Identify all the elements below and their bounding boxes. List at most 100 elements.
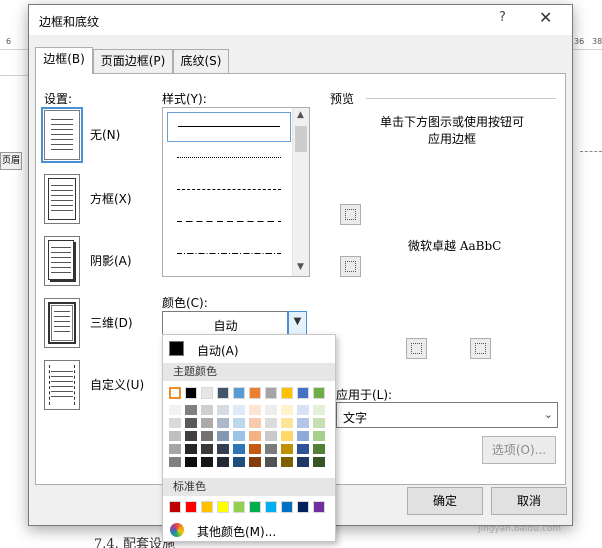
shade-swatch[interactable] [217,418,229,428]
shade-swatch[interactable] [265,418,277,428]
right-border-button[interactable] [470,338,491,359]
shade-swatch[interactable] [185,457,197,467]
chevron-down-icon[interactable]: ⌄ [544,408,553,421]
theme-color-swatch[interactable] [169,387,181,399]
shade-swatch[interactable] [297,418,309,428]
shade-swatch[interactable] [313,457,325,467]
shade-swatch[interactable] [201,431,213,441]
options-button[interactable]: 选项(O)... [482,436,556,464]
shade-swatch[interactable] [281,405,293,415]
shade-swatch[interactable] [265,405,277,415]
shade-swatch[interactable] [217,457,229,467]
shade-swatch[interactable] [249,405,261,415]
shade-swatch[interactable] [169,431,181,441]
setting-shadow[interactable]: 阴影(A) [44,236,164,288]
style-dotted[interactable] [167,144,291,174]
standard-color-swatch[interactable] [297,501,309,513]
shade-swatch[interactable] [297,444,309,454]
theme-color-swatch[interactable] [265,387,277,399]
setting-3d[interactable]: 三维(D) [44,298,164,350]
theme-color-swatch[interactable] [201,387,213,399]
standard-color-swatch[interactable] [249,501,261,513]
shade-swatch[interactable] [217,444,229,454]
theme-color-swatch[interactable] [249,387,261,399]
tab-borders[interactable]: 边框(B) [35,47,93,74]
shade-swatch[interactable] [217,431,229,441]
style-scrollbar[interactable]: ▲ ▼ [292,108,309,276]
shade-swatch[interactable] [169,444,181,454]
shade-swatch[interactable] [201,405,213,415]
shade-swatch[interactable] [185,418,197,428]
shade-swatch[interactable] [249,457,261,467]
chevron-down-icon[interactable]: ▼ [287,311,307,335]
help-icon[interactable]: ? [499,10,506,25]
theme-color-swatch[interactable] [185,387,197,399]
theme-color-swatch[interactable] [297,387,309,399]
style-dash-dot[interactable] [167,240,291,270]
standard-color-swatch[interactable] [201,501,213,513]
title-bar[interactable]: 边框和底纹 ? ✕ [29,5,572,35]
shade-swatch[interactable] [233,431,245,441]
shade-swatch[interactable] [233,418,245,428]
theme-color-swatch[interactable] [313,387,325,399]
setting-box[interactable]: 方框(X) [44,174,164,226]
shade-swatch[interactable] [297,431,309,441]
standard-color-swatch[interactable] [265,501,277,513]
theme-color-swatch[interactable] [217,387,229,399]
shade-swatch[interactable] [281,431,293,441]
shade-swatch[interactable] [281,444,293,454]
more-colors-option[interactable]: 其他颜色(M)... [163,519,335,541]
standard-color-swatch[interactable] [233,501,245,513]
shade-swatch[interactable] [313,405,325,415]
shade-swatch[interactable] [249,444,261,454]
standard-color-swatch[interactable] [185,501,197,513]
shade-swatch[interactable] [233,457,245,467]
shade-swatch[interactable] [233,405,245,415]
top-border-button[interactable] [340,204,361,225]
style-solid[interactable] [167,112,291,142]
scroll-thumb[interactable] [295,126,307,152]
shade-swatch[interactable] [233,444,245,454]
setting-custom[interactable]: 自定义(U) [44,360,164,412]
ok-button[interactable]: 确定 [407,487,483,515]
shade-swatch[interactable] [313,444,325,454]
theme-color-swatch[interactable] [281,387,293,399]
shade-swatch[interactable] [201,444,213,454]
tab-page-border[interactable]: 页面边框(P) [93,49,173,73]
style-list[interactable]: ▲ ▼ [162,107,310,277]
close-icon[interactable]: ✕ [539,8,552,27]
scroll-up-icon[interactable]: ▲ [297,110,304,120]
bottom-border-button[interactable] [340,256,361,277]
standard-color-swatch[interactable] [313,501,325,513]
shade-swatch[interactable] [249,431,261,441]
shade-swatch[interactable] [201,418,213,428]
shade-swatch[interactable] [265,431,277,441]
shade-swatch[interactable] [313,418,325,428]
tab-shading[interactable]: 底纹(S) [173,49,229,73]
setting-none[interactable]: 无(N) [41,107,164,163]
style-dashed-long[interactable] [167,208,291,238]
shade-swatch[interactable] [297,457,309,467]
shade-swatch[interactable] [217,405,229,415]
apply-to-dropdown[interactable]: 文字 ⌄ [336,402,558,428]
shade-swatch[interactable] [249,418,261,428]
shade-swatch[interactable] [265,444,277,454]
shade-swatch[interactable] [169,418,181,428]
standard-color-swatch[interactable] [217,501,229,513]
shade-swatch[interactable] [281,418,293,428]
scroll-down-icon[interactable]: ▼ [297,262,304,272]
cancel-button[interactable]: 取消 [491,487,567,515]
shade-swatch[interactable] [265,457,277,467]
header-tag[interactable]: 页眉 [0,152,22,170]
standard-color-swatch[interactable] [169,501,181,513]
shade-swatch[interactable] [297,405,309,415]
shade-swatch[interactable] [169,405,181,415]
standard-color-swatch[interactable] [281,501,293,513]
style-dashed-short[interactable] [167,176,291,206]
shade-swatch[interactable] [313,431,325,441]
shade-swatch[interactable] [201,457,213,467]
shade-swatch[interactable] [281,457,293,467]
shade-swatch[interactable] [169,457,181,467]
left-border-button[interactable] [406,338,427,359]
color-dropdown[interactable]: 自动 ▼ [162,311,307,335]
